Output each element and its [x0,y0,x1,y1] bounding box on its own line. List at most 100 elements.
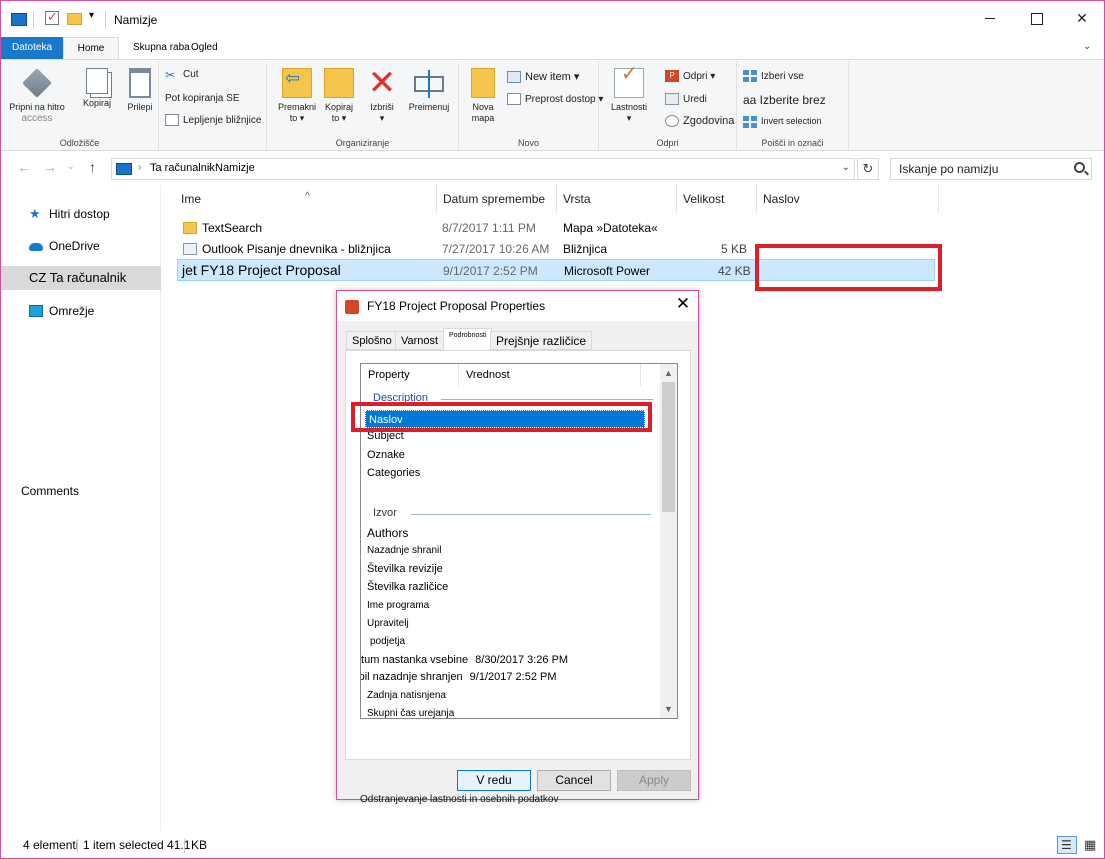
up-arrow-icon[interactable]: ↑ [89,159,96,175]
tab-home[interactable]: Home [63,37,119,59]
breadcrumb-this-pc[interactable]: Ta računalnik [150,162,215,174]
select-all-label: Izberi vse [761,71,804,82]
copy-to-button[interactable]: Kopiraj to ▾ [319,68,359,124]
status-separator [77,839,78,853]
rename-button[interactable]: Preimenuj [405,68,453,113]
properties-button[interactable]: Lastnosti▾ [607,68,651,124]
edit-button[interactable]: Uredi [665,93,707,107]
close-button[interactable]: ✕ [1059,1,1104,35]
sidebar-item-this-pc[interactable]: CZ Ta računalnik [1,266,161,290]
invert-selection-button[interactable]: Invert selection [743,114,822,128]
title-column-highlight [755,244,942,291]
property-row-categories[interactable]: Categories [367,467,420,479]
breadcrumb-separator-icon[interactable]: › [138,162,141,173]
property-row-revision[interactable]: Številka revizije [367,563,443,575]
property-row-last-saved-by[interactable]: Nazadnje shranil [367,545,442,556]
cut-button[interactable]: Cut [165,68,199,82]
column-header-title[interactable]: Naslov [757,185,939,213]
pin-to-quick-access-button[interactable]: Pripni na hitro access [7,68,67,124]
property-row-last-printed[interactable]: Zadnja natisnjena [367,690,446,701]
column-header-property[interactable]: Property [361,364,459,386]
property-list-scrollbar[interactable]: ▲ ▼ [660,364,677,718]
copy-icon [86,68,108,94]
delete-icon: ✕ [367,64,397,102]
property-row-edit-time[interactable]: Skupni čas urejanja [367,708,454,718]
properties-quick-icon[interactable] [45,9,59,25]
address-dropdown-chevron-icon[interactable]: ⌄ [842,162,850,173]
shortcut-icon [183,243,197,255]
ribbon-expand-chevron-icon[interactable]: ⌄ [1083,41,1091,52]
dialog-close-icon[interactable]: ✕ [671,294,695,314]
edit-icon [665,93,679,106]
copy-path-button[interactable]: Pot kopiranja SE [165,92,240,106]
recent-locations-chevron-icon[interactable]: ⌄ [67,161,75,172]
tab-previous-versions[interactable]: Prejšnje različice [490,331,593,350]
property-row-manager[interactable]: Upravitelj [367,618,409,629]
table-row[interactable]: TextSearch 8/7/2017 1:11 PM Mapa »Datote… [177,218,935,238]
property-row-saved[interactable]: je bil nazadnje shranjen 9/1/2017 2:52 P… [361,671,557,683]
select-group: Izberi vse aa Izberite brez Invert selec… [737,62,849,150]
apply-button[interactable]: Apply [617,770,691,791]
refresh-button[interactable]: ↻ [857,158,879,180]
new-folder-button[interactable]: Nova mapa [465,68,501,124]
select-none-button[interactable]: aa Izberite brez [743,93,826,107]
pin-label: Pripni na hitro [9,102,65,112]
paste-button[interactable]: Prilepi [123,68,157,113]
property-row-tags[interactable]: Oznake [367,449,405,461]
minimize-button[interactable] [967,1,1013,35]
column-header-type[interactable]: Vrsta [557,185,677,213]
property-label: je bil nazadnje shranjen [361,671,463,683]
property-row-program[interactable]: Ime programa [367,600,429,611]
breadcrumb-desktop[interactable]: Namizje [215,162,255,174]
delete-button[interactable]: ✕ Izbriši ▾ [365,64,399,124]
tab-view[interactable]: Ogled [185,37,224,59]
property-row-created[interactable]: Datum nastanka vsebine 8/30/2017 3:26 PM [361,654,568,666]
tab-general[interactable]: Splošno [346,331,398,350]
sidebar-item-onedrive[interactable]: OneDrive [1,234,161,258]
property-row-authors[interactable]: Authors [367,526,408,540]
maximize-button[interactable] [1013,1,1059,35]
easy-access-button[interactable]: Preprost dostop ▾ [507,93,603,107]
scroll-up-chevron-icon[interactable]: ▲ [664,368,673,378]
cancel-button[interactable]: Cancel [537,770,611,791]
sidebar-item-label: CZ Ta računalnik [29,270,127,285]
explorer-app-icon[interactable] [11,13,27,26]
open-button[interactable]: P Odpri ▾ [665,70,715,84]
address-bar[interactable]: › Ta računalnik › Namizje ⌄ [111,158,855,180]
tab-details[interactable]: Podrobnosti [443,328,493,351]
copy-button[interactable]: Kopiraj [79,68,115,109]
scroll-down-chevron-icon[interactable]: ▼ [664,704,673,714]
new-folder-quick-icon[interactable] [67,13,82,25]
scrollbar-thumb[interactable] [662,382,675,512]
sidebar-item-quick-access[interactable]: Hitri dostop [1,202,161,226]
property-row-company[interactable]: podjetja [370,636,405,647]
column-header-name[interactable]: Ime ^ [175,185,437,213]
search-placeholder: Iskanje po namizju [899,162,999,176]
property-row-version[interactable]: Številka različice [367,581,448,593]
move-to-label: Premakni [277,102,316,112]
customize-toolbar-chevron-icon[interactable]: ▾ [89,10,94,26]
comments-label: Comments [21,484,80,498]
large-icons-view-button[interactable] [1081,832,1101,857]
move-to-button[interactable]: Premaknito ▾ [275,68,319,124]
remove-properties-link[interactable]: Odstranjevanje lastnosti in osebnih poda… [360,794,558,805]
tab-security[interactable]: Varnost [395,331,445,350]
new-item-button[interactable]: New item ▾ [507,70,579,84]
sidebar-item-network[interactable]: Omrežje [1,299,161,323]
column-header-date[interactable]: Datum spremembe [437,185,557,213]
clipboard-group-label: Odložišče [59,138,100,148]
new-folder-label: Nova [472,102,494,112]
forward-arrow-icon[interactable]: → [43,159,57,175]
back-arrow-icon[interactable]: ← [17,159,31,175]
tab-file[interactable]: Datoteka [1,37,63,59]
paste-shortcut-button[interactable]: Lepljenje bližnjice [165,114,261,128]
history-button[interactable]: Zgodovina [665,114,734,128]
column-header-value[interactable]: Vrednost [459,364,641,386]
ok-button[interactable]: V redu [457,770,531,791]
column-header-size[interactable]: Velikost [677,185,757,213]
select-all-button[interactable]: Izberi vse [743,70,804,84]
search-input[interactable]: Iskanje po namizju [890,158,1092,180]
details-view-button[interactable] [1057,833,1077,858]
edit-label: Uredi [683,94,707,105]
breadcrumb-separator-icon[interactable]: › [208,162,211,173]
